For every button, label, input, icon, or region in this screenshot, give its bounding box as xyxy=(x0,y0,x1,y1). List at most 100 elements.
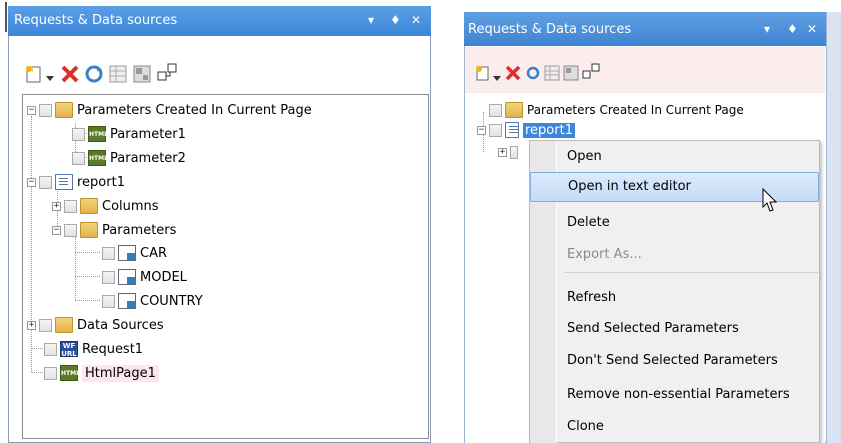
collapse-icon[interactable]: − xyxy=(477,125,486,135)
checkbox[interactable] xyxy=(102,270,115,284)
new-dropdown-icon[interactable] xyxy=(46,71,54,81)
folder-icon xyxy=(80,198,98,214)
tree-label: COUNTRY xyxy=(140,293,203,309)
link-icon[interactable] xyxy=(156,62,178,84)
tree-node-country[interactable]: COUNTRY xyxy=(102,291,203,311)
parameter-icon xyxy=(118,245,136,261)
tree-node-car[interactable]: CAR xyxy=(102,243,167,263)
expand-icon[interactable]: + xyxy=(52,201,61,211)
text-cursor xyxy=(5,2,7,32)
folder-icon xyxy=(55,102,73,118)
tree-label: MODEL xyxy=(140,269,187,285)
parameter-icon xyxy=(118,269,136,285)
checkbox[interactable] xyxy=(489,103,502,117)
collapse-icon[interactable]: − xyxy=(27,105,36,115)
right-panel-titlebar[interactable]: Requests & Data sources ▾ ♦ ✕ xyxy=(464,12,826,46)
tree-label: report1 xyxy=(77,174,125,190)
tree-node-data-sources[interactable]: + Data Sources xyxy=(27,315,164,335)
folder-icon xyxy=(505,102,523,118)
tree-node-parameter2[interactable]: HTML Parameter2 xyxy=(72,148,186,168)
checkbox[interactable] xyxy=(44,366,57,380)
pin-icon[interactable]: ♦ xyxy=(390,13,401,27)
folder-icon xyxy=(80,222,98,238)
report-icon xyxy=(55,174,73,190)
close-icon[interactable]: ✕ xyxy=(807,22,817,36)
checkbox[interactable] xyxy=(72,151,85,165)
checkbox[interactable] xyxy=(510,145,518,159)
new-dropdown-icon[interactable] xyxy=(493,71,501,81)
checkbox[interactable] xyxy=(64,223,77,237)
tree-node-params-folder[interactable]: − Parameters Created In Current Page xyxy=(27,100,312,120)
tree-label: Parameters xyxy=(102,222,177,238)
refresh-icon[interactable] xyxy=(525,65,541,81)
checkbox[interactable] xyxy=(102,294,115,308)
tree-node-report1[interactable]: − report1 xyxy=(27,172,125,192)
grid-icon[interactable] xyxy=(544,65,560,81)
parameter-icon xyxy=(118,293,136,309)
report-icon xyxy=(505,122,519,138)
menu-item-remove-non-essential-parameters[interactable]: Remove non-essential Parameters xyxy=(530,380,819,410)
tree-node-columns[interactable]: + Columns xyxy=(52,196,159,216)
checkbox[interactable] xyxy=(64,199,77,213)
collapse-icon[interactable]: − xyxy=(52,225,61,235)
tree-node-htmlpage1[interactable]: HTML HtmlPage1 xyxy=(44,363,159,383)
mouse-pointer-icon xyxy=(762,187,782,214)
menu-item-clone[interactable]: Clone xyxy=(530,412,819,442)
tree-label: Parameters Created In Current Page xyxy=(527,103,744,117)
right-panel-title: Requests & Data sources xyxy=(468,22,632,37)
folder-icon xyxy=(55,317,73,333)
menu-separator xyxy=(564,272,818,273)
dropdown-icon[interactable]: ▾ xyxy=(368,13,374,27)
properties-icon[interactable] xyxy=(132,64,152,84)
tree-label: Parameter1 xyxy=(110,126,186,142)
link-icon[interactable] xyxy=(582,63,600,81)
left-panel-title: Requests & Data sources xyxy=(14,13,178,28)
checkbox[interactable] xyxy=(39,318,52,332)
left-panel-titlebar[interactable]: Requests & Data sources ▾ ♦ ✕ xyxy=(8,6,431,36)
tree-node-report1[interactable]: − report1 xyxy=(477,120,575,140)
html-page-icon: HTML xyxy=(60,365,80,381)
tree-label: Data Sources xyxy=(77,317,164,333)
tree-node-params-folder[interactable]: Parameters Created In Current Page xyxy=(489,100,744,120)
expand-icon[interactable]: + xyxy=(27,320,36,330)
tree-node-model[interactable]: MODEL xyxy=(102,267,187,287)
checkbox[interactable] xyxy=(39,175,52,189)
checkbox[interactable] xyxy=(72,127,85,141)
delete-icon[interactable] xyxy=(60,64,80,84)
tree-label: Parameters Created In Current Page xyxy=(77,102,312,118)
checkbox[interactable] xyxy=(39,103,52,117)
checkbox[interactable] xyxy=(489,123,502,137)
menu-item-send-selected-parameters[interactable]: Send Selected Parameters xyxy=(530,314,819,344)
tree-label: Parameter2 xyxy=(110,150,186,166)
checkbox[interactable] xyxy=(44,342,57,356)
delete-icon[interactable] xyxy=(505,65,521,81)
left-tree xyxy=(22,94,429,439)
tree-node-request1[interactable]: WF URL Request1 xyxy=(44,339,143,359)
html-param-icon: HTML xyxy=(88,150,108,166)
html-param-icon: HTML xyxy=(88,126,108,142)
tree-label: report1 xyxy=(523,122,575,138)
new-icon[interactable] xyxy=(474,64,492,82)
properties-icon[interactable] xyxy=(563,65,579,81)
menu-item-refresh[interactable]: Refresh xyxy=(530,283,819,313)
pin-icon[interactable]: ♦ xyxy=(787,22,798,36)
refresh-icon[interactable] xyxy=(84,64,104,84)
tree-label: Request1 xyxy=(82,341,144,357)
tree-node-parameters[interactable]: − Parameters xyxy=(52,220,176,240)
menu-item-export-as: Export As... xyxy=(567,247,642,262)
dropdown-icon[interactable]: ▾ xyxy=(764,22,770,36)
tree-node-parameter1[interactable]: HTML Parameter1 xyxy=(72,124,186,144)
close-icon[interactable]: ✕ xyxy=(411,13,421,27)
new-icon[interactable] xyxy=(24,64,44,84)
wf-url-icon: WF URL xyxy=(60,341,78,358)
tree-label: CAR xyxy=(140,245,168,261)
tree-node-collapsed[interactable]: + xyxy=(498,142,521,162)
checkbox[interactable] xyxy=(102,246,115,260)
side-dock-strip[interactable] xyxy=(826,12,841,443)
tree-label: Columns xyxy=(102,198,159,214)
menu-item-open[interactable]: Open xyxy=(530,142,819,172)
menu-item-dont-send-selected-parameters[interactable]: Don't Send Selected Parameters xyxy=(530,346,819,376)
collapse-icon[interactable]: − xyxy=(27,177,36,187)
expand-icon[interactable]: + xyxy=(498,147,507,157)
grid-icon[interactable] xyxy=(108,64,128,84)
